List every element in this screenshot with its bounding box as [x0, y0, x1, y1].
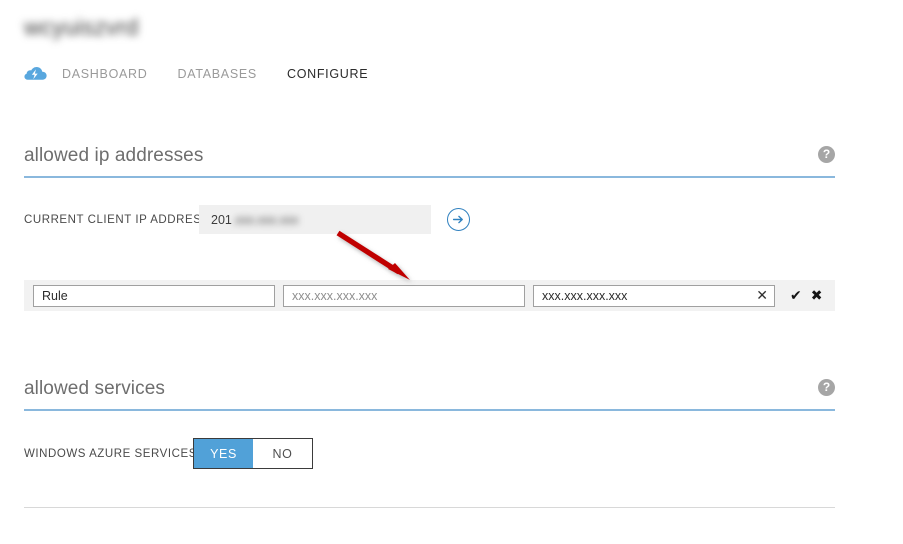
azure-sql-database-cloud-icon: [24, 67, 47, 80]
top-navigation: DASHBOARD DATABASES CONFIGURE: [22, 60, 394, 88]
nav-item-dashboard[interactable]: DASHBOARD: [58, 65, 151, 83]
current-client-ip-value: 201 .xxx.xxx.xxx: [199, 205, 431, 234]
confirm-rule-icon[interactable]: ✔: [790, 289, 802, 303]
current-client-ip-redacted: .xxx.xxx.xxx: [231, 212, 299, 227]
windows-azure-services-row: WINDOWS AZURE SERVICES YES NO: [24, 438, 835, 469]
section-allowed-ip-addresses: allowed ip addresses ?: [24, 145, 835, 178]
cancel-rule-icon[interactable]: ✖: [811, 289, 823, 303]
windows-azure-services-label: WINDOWS AZURE SERVICES: [24, 447, 197, 460]
current-client-ip-label: CURRENT CLIENT IP ADDRESS: [24, 213, 210, 226]
rule-row-actions: ✔ ✖: [790, 289, 822, 303]
section-title-allowed-services: allowed services: [24, 378, 165, 399]
toggle-option-yes[interactable]: YES: [194, 439, 253, 468]
nav-item-configure[interactable]: CONFIGURE: [283, 65, 372, 83]
bottom-divider: [24, 507, 835, 508]
current-client-ip-text: 201: [211, 212, 232, 227]
section-header-allowed-services: allowed services ?: [24, 378, 835, 411]
end-ip-field-wrapper: ✕: [533, 284, 775, 307]
add-current-ip-button[interactable]: [447, 208, 470, 231]
section-allowed-services: allowed services ?: [24, 378, 835, 411]
start-ip-input[interactable]: [283, 284, 525, 307]
current-client-ip-row: CURRENT CLIENT IP ADDRESS 201 .xxx.xxx.x…: [24, 205, 835, 234]
nav-item-databases[interactable]: DATABASES: [173, 65, 260, 83]
windows-azure-services-toggle[interactable]: YES NO: [193, 438, 313, 469]
help-icon-allowed-services[interactable]: ?: [818, 379, 835, 396]
nav-item-list: DASHBOARD DATABASES CONFIGURE: [58, 65, 394, 83]
help-icon-allowed-ip[interactable]: ?: [818, 146, 835, 163]
page-title: wcyuiszvrd: [24, 14, 139, 40]
toggle-option-no[interactable]: NO: [253, 439, 312, 468]
end-ip-input[interactable]: [533, 284, 775, 307]
rule-name-input[interactable]: [33, 284, 275, 307]
clear-end-ip-icon[interactable]: ✕: [756, 287, 768, 305]
circle-right-arrow-icon: [452, 215, 463, 224]
section-title-allowed-ip: allowed ip addresses: [24, 145, 204, 166]
firewall-rule-row: ✕ ✔ ✖: [24, 280, 835, 311]
section-header-allowed-ip: allowed ip addresses ?: [24, 145, 835, 178]
